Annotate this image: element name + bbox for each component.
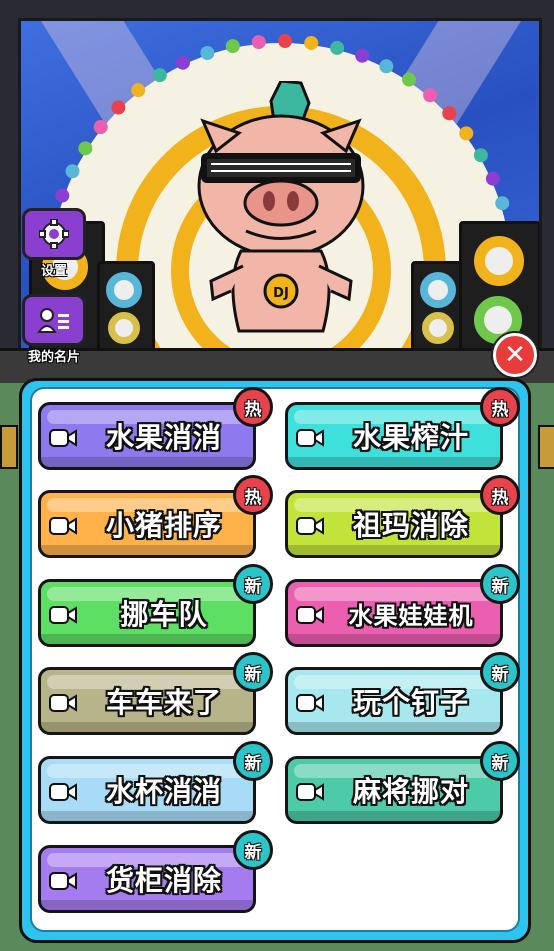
- stage-bulb: [473, 148, 488, 163]
- new-badge: 新: [233, 741, 273, 781]
- stage-bulb: [355, 48, 370, 63]
- close-button[interactable]: ✕: [493, 333, 537, 377]
- game-button[interactable]: 水果榨汁热: [285, 387, 520, 470]
- game-button[interactable]: 玩个钉子新: [285, 652, 520, 735]
- dj-pig-character: DJ: [197, 81, 365, 333]
- my-card-button[interactable]: 我的名片: [22, 294, 86, 365]
- close-icon: ✕: [504, 340, 526, 370]
- stage-bulb: [304, 35, 319, 50]
- new-badge: 新: [480, 564, 520, 604]
- stage-bulb: [459, 126, 474, 141]
- speaker: [459, 221, 539, 351]
- game-name: 水果榨汁: [352, 421, 469, 454]
- stage-bulb: [93, 119, 108, 134]
- stage-backdrop: DJ: [18, 18, 542, 354]
- game-name: 挪车队: [120, 598, 208, 631]
- game-button[interactable]: 货柜消除新: [38, 830, 273, 913]
- game-name: 水杯消消: [105, 775, 222, 808]
- hot-badge: 热: [233, 387, 273, 427]
- gear-icon: [22, 208, 86, 260]
- game-button[interactable]: 车车来了新: [38, 652, 273, 735]
- pig-medal-text: DJ: [273, 286, 289, 301]
- game-button[interactable]: 小猪排序热: [38, 475, 273, 558]
- video-camera-icon: [296, 517, 324, 535]
- video-camera-icon: [296, 783, 324, 801]
- game-name: 麻将挪对: [352, 775, 469, 808]
- stage-bulb: [442, 106, 457, 121]
- stage-bulb: [78, 141, 93, 156]
- game-name: 玩个钉子: [352, 686, 469, 719]
- video-camera-icon: [296, 694, 324, 712]
- hot-badge: 热: [233, 475, 273, 515]
- game-name: 水果娃娃机: [348, 601, 474, 630]
- settings-label: 设置: [40, 264, 67, 279]
- game-name: 小猪排序: [105, 509, 222, 542]
- stage-bulb: [495, 196, 510, 211]
- game-name: 车车来了: [105, 686, 222, 719]
- card-label: 我的名片: [27, 350, 80, 365]
- settings-button[interactable]: 设置: [22, 208, 86, 279]
- stage-bulb: [330, 40, 345, 55]
- stage-bulb: [225, 39, 240, 54]
- stage-bulb: [423, 88, 438, 103]
- stage-bulb: [402, 72, 417, 87]
- game-button[interactable]: 祖玛消除热: [285, 475, 520, 558]
- game-button[interactable]: 水杯消消新: [38, 741, 273, 824]
- game-button[interactable]: 水果消消热: [38, 387, 273, 470]
- side-decoration: [538, 425, 554, 469]
- video-camera-icon: [49, 606, 77, 624]
- stage-bulb: [111, 100, 126, 115]
- new-badge: 新: [480, 652, 520, 692]
- game-button[interactable]: 挪车队新: [38, 564, 273, 647]
- speaker: [97, 261, 155, 351]
- video-camera-icon: [49, 429, 77, 447]
- stage-bulb: [200, 45, 215, 60]
- stage-bulb: [152, 68, 167, 83]
- hot-badge: 热: [480, 475, 520, 515]
- stage-bulb: [278, 34, 293, 49]
- game-button[interactable]: 麻将挪对新: [285, 741, 520, 824]
- game-name: 货柜消除: [105, 864, 222, 897]
- new-badge: 新: [233, 564, 273, 604]
- new-badge: 新: [233, 830, 273, 870]
- hot-badge: 热: [480, 387, 520, 427]
- id-card-icon: [22, 294, 86, 346]
- game-button[interactable]: 水果娃娃机新: [285, 564, 520, 647]
- stage-bulb: [485, 171, 500, 186]
- new-badge: 新: [233, 652, 273, 692]
- video-camera-icon: [296, 606, 324, 624]
- stage-bulb: [175, 55, 190, 70]
- video-camera-icon: [49, 872, 77, 890]
- new-badge: 新: [480, 741, 520, 781]
- side-decoration: [0, 425, 18, 469]
- stage-bulb: [65, 164, 80, 179]
- stage-bulb: [55, 188, 70, 203]
- stage-bulb: [251, 35, 266, 50]
- video-camera-icon: [49, 783, 77, 801]
- stage-bulb: [131, 83, 146, 98]
- video-camera-icon: [49, 694, 77, 712]
- game-name: 祖玛消除: [352, 509, 469, 542]
- video-camera-icon: [49, 517, 77, 535]
- stage-bulb: [379, 59, 394, 74]
- video-camera-icon: [296, 429, 324, 447]
- game-name: 水果消消: [105, 421, 222, 454]
